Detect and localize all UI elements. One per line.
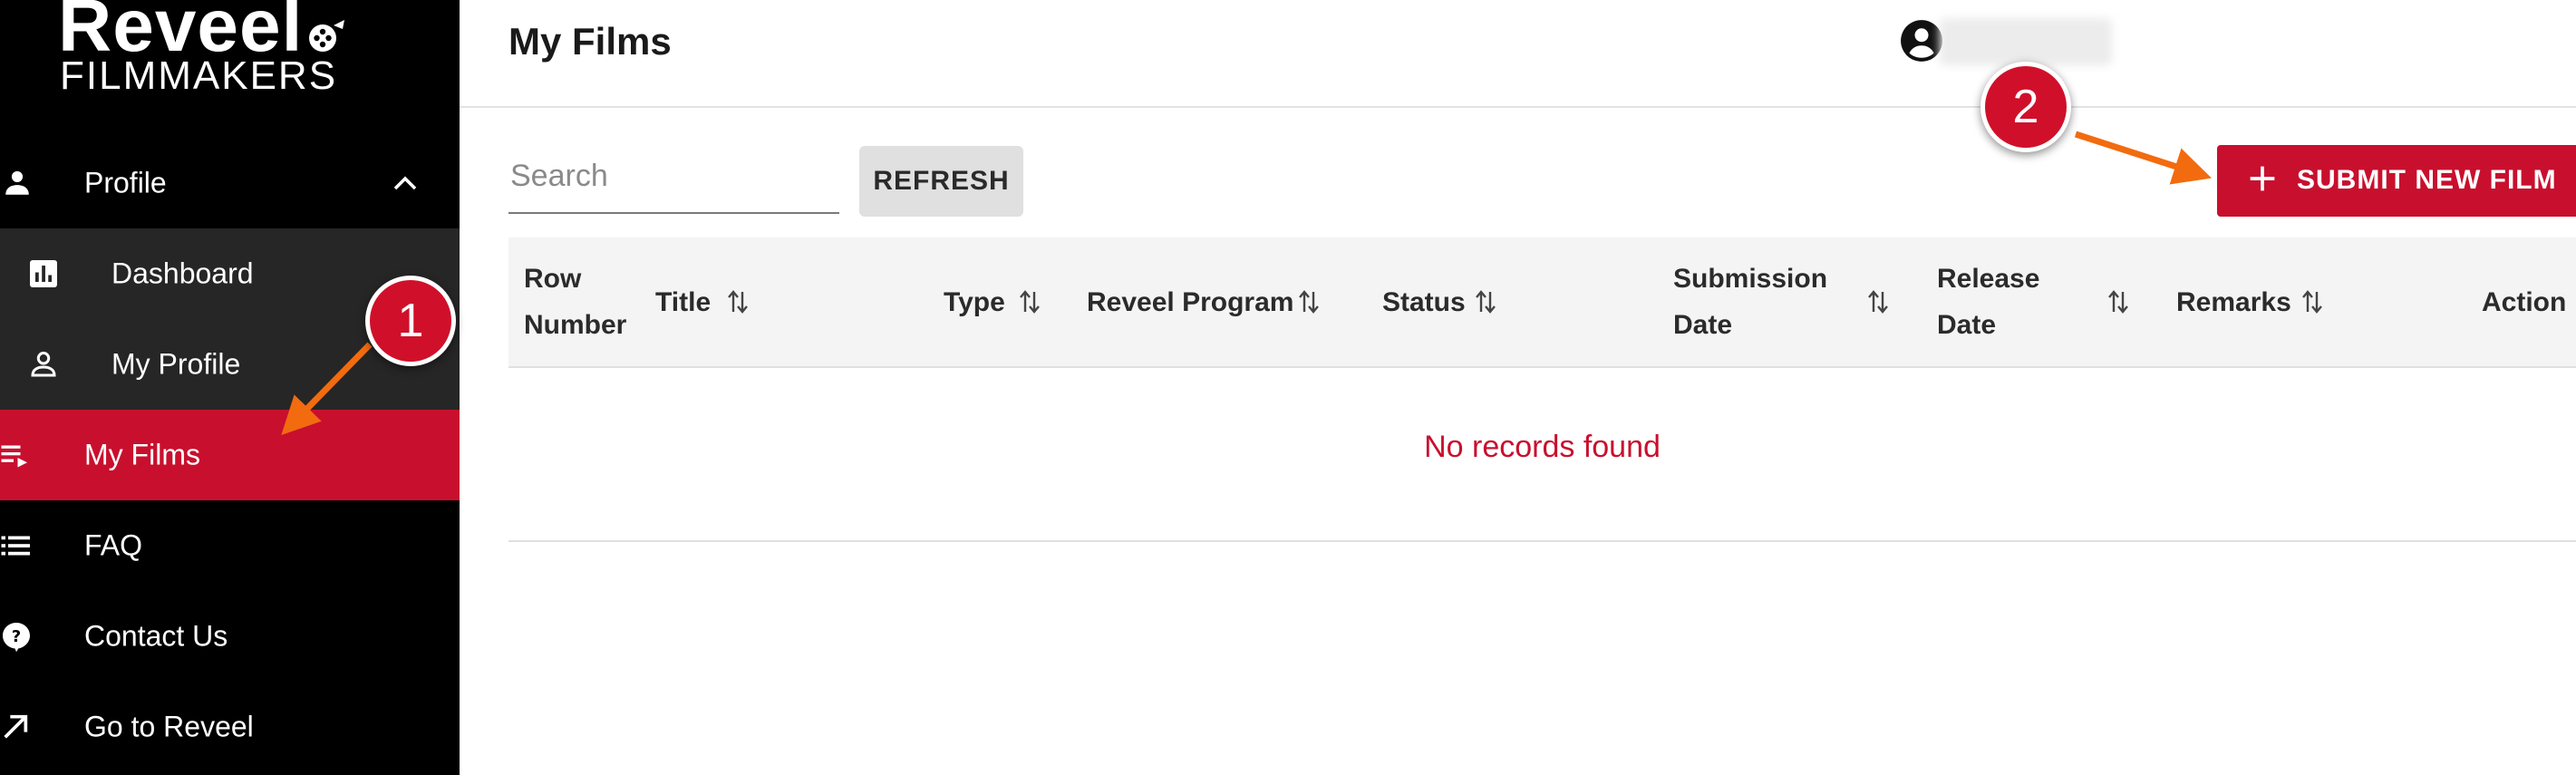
sort-icon[interactable] bbox=[1474, 288, 1497, 315]
column-header-status[interactable]: Status bbox=[1382, 237, 1466, 366]
annotation-arrow-2 bbox=[2074, 131, 2212, 185]
sidebar-item-faq[interactable]: FAQ bbox=[0, 500, 460, 591]
bar-chart-icon bbox=[30, 260, 57, 287]
table-header: Row Number Title Type Reveel Program Stat… bbox=[508, 237, 2576, 368]
column-header-remarks[interactable]: Remarks bbox=[2176, 237, 2291, 366]
submit-button-label: SUBMIT NEW FILM bbox=[2297, 165, 2557, 195]
account-circle-icon[interactable] bbox=[1899, 18, 1944, 63]
sidebar-item-label: FAQ bbox=[84, 528, 143, 562]
page-title: My Films bbox=[508, 20, 672, 63]
column-label: Number bbox=[524, 310, 627, 340]
list-icon bbox=[1, 536, 30, 556]
table-empty-row: No records found bbox=[508, 366, 2576, 542]
sidebar-item-label: My Films bbox=[84, 438, 200, 471]
column-label: Status bbox=[1382, 286, 1466, 317]
person-icon bbox=[5, 170, 29, 195]
chevron-up-icon[interactable] bbox=[392, 175, 418, 191]
sidebar-item-my-films[interactable]: My Films bbox=[0, 410, 460, 500]
username-blurred[interactable] bbox=[1940, 18, 2112, 65]
sort-icon[interactable] bbox=[2300, 288, 2324, 315]
sort-icon[interactable] bbox=[2106, 288, 2130, 315]
plus-icon bbox=[2250, 166, 2275, 191]
submit-new-film-button[interactable]: SUBMIT NEW FILM bbox=[2217, 145, 2576, 217]
brand-subtitle: FILMMAKERS bbox=[60, 53, 338, 98]
arrow-up-right-icon bbox=[4, 714, 28, 739]
sidebar-item-label: My Profile bbox=[111, 347, 241, 381]
column-label: Remarks bbox=[2176, 286, 2291, 317]
brand-logo[interactable]: Reveel FILMMAKERS bbox=[58, 0, 366, 102]
sort-icon[interactable] bbox=[726, 288, 750, 315]
sidebar-item-label: Go to Reveel bbox=[84, 710, 254, 743]
refresh-button[interactable]: REFRESH bbox=[859, 146, 1023, 217]
film-reel-icon bbox=[309, 20, 344, 52]
column-label: Date bbox=[1673, 310, 1733, 340]
help-icon: ? bbox=[3, 623, 30, 653]
column-header-release-date[interactable]: Release Date bbox=[1937, 237, 2039, 366]
person-outline-icon bbox=[31, 352, 56, 377]
column-label: Release bbox=[1937, 264, 2040, 294]
empty-state-message: No records found bbox=[1424, 430, 1661, 464]
sidebar-item-label: Dashboard bbox=[111, 257, 254, 290]
column-label: Title bbox=[655, 286, 712, 317]
sidebar-item-label: Profile bbox=[84, 166, 167, 199]
sidebar-item-label: Contact Us bbox=[84, 619, 228, 653]
column-header-action: Action bbox=[2482, 237, 2566, 366]
svg-text:?: ? bbox=[12, 627, 21, 646]
sidebar: Reveel FILMMAKERS Profile Dashboard My P… bbox=[0, 0, 460, 775]
column-label: Date bbox=[1937, 310, 1997, 340]
annotation-badge-1: 1 bbox=[365, 276, 456, 366]
column-label: Type bbox=[944, 286, 1005, 317]
sidebar-item-profile[interactable]: Profile bbox=[0, 138, 460, 228]
column-label: Submission bbox=[1673, 264, 1828, 294]
column-label: Row bbox=[524, 264, 582, 294]
column-header-submission-date[interactable]: Submission Date bbox=[1673, 237, 1827, 366]
sort-icon[interactable] bbox=[1018, 288, 1041, 315]
column-header-title[interactable]: Title bbox=[655, 237, 711, 366]
playlist-play-icon bbox=[1, 445, 27, 468]
sort-icon[interactable] bbox=[1297, 288, 1321, 315]
column-header-row-number: Row Number bbox=[524, 237, 626, 366]
column-header-reveel-program[interactable]: Reveel Program bbox=[1087, 237, 1293, 366]
top-bar: My Films bbox=[460, 0, 2576, 108]
sidebar-item-contact-us[interactable]: ? Contact Us bbox=[0, 591, 460, 682]
column-label: Reveel Program bbox=[1087, 286, 1294, 317]
sidebar-item-go-to-reveel[interactable]: Go to Reveel bbox=[0, 682, 460, 772]
sort-icon[interactable] bbox=[1866, 288, 1890, 315]
column-label: Action bbox=[2482, 286, 2567, 317]
column-header-type[interactable]: Type bbox=[944, 237, 1005, 366]
annotation-badge-2: 2 bbox=[1980, 62, 2071, 152]
search-field bbox=[508, 145, 843, 214]
search-input[interactable] bbox=[508, 145, 843, 207]
